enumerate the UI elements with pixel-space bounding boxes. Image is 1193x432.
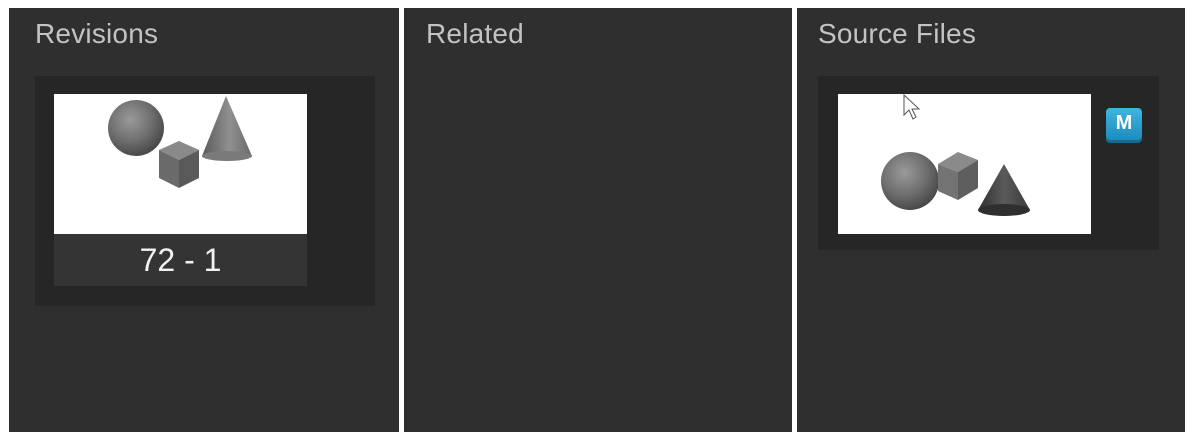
shapes-render-image bbox=[108, 96, 252, 188]
source-files-title: Source Files bbox=[818, 18, 977, 49]
maya-icon[interactable]: M bbox=[1106, 108, 1142, 140]
source-file-card[interactable]: M bbox=[818, 76, 1159, 250]
revision-card[interactable]: 72 - 1 bbox=[35, 76, 375, 306]
revision-label: 72 - 1 bbox=[54, 234, 307, 286]
revisions-panel: Revisions 72 - 1 bbox=[9, 8, 399, 432]
revisions-title: Revisions bbox=[35, 18, 159, 49]
related-title: Related bbox=[426, 18, 524, 49]
shapes-render-image bbox=[881, 152, 1030, 216]
revision-thumbnail[interactable] bbox=[54, 94, 307, 234]
source-file-thumbnail[interactable] bbox=[838, 94, 1091, 234]
related-panel: Related bbox=[404, 8, 792, 432]
source-files-panel: Source Files M bbox=[797, 8, 1185, 432]
app-frame: Revisions 72 - 1 Related Source Files M bbox=[0, 0, 1193, 432]
